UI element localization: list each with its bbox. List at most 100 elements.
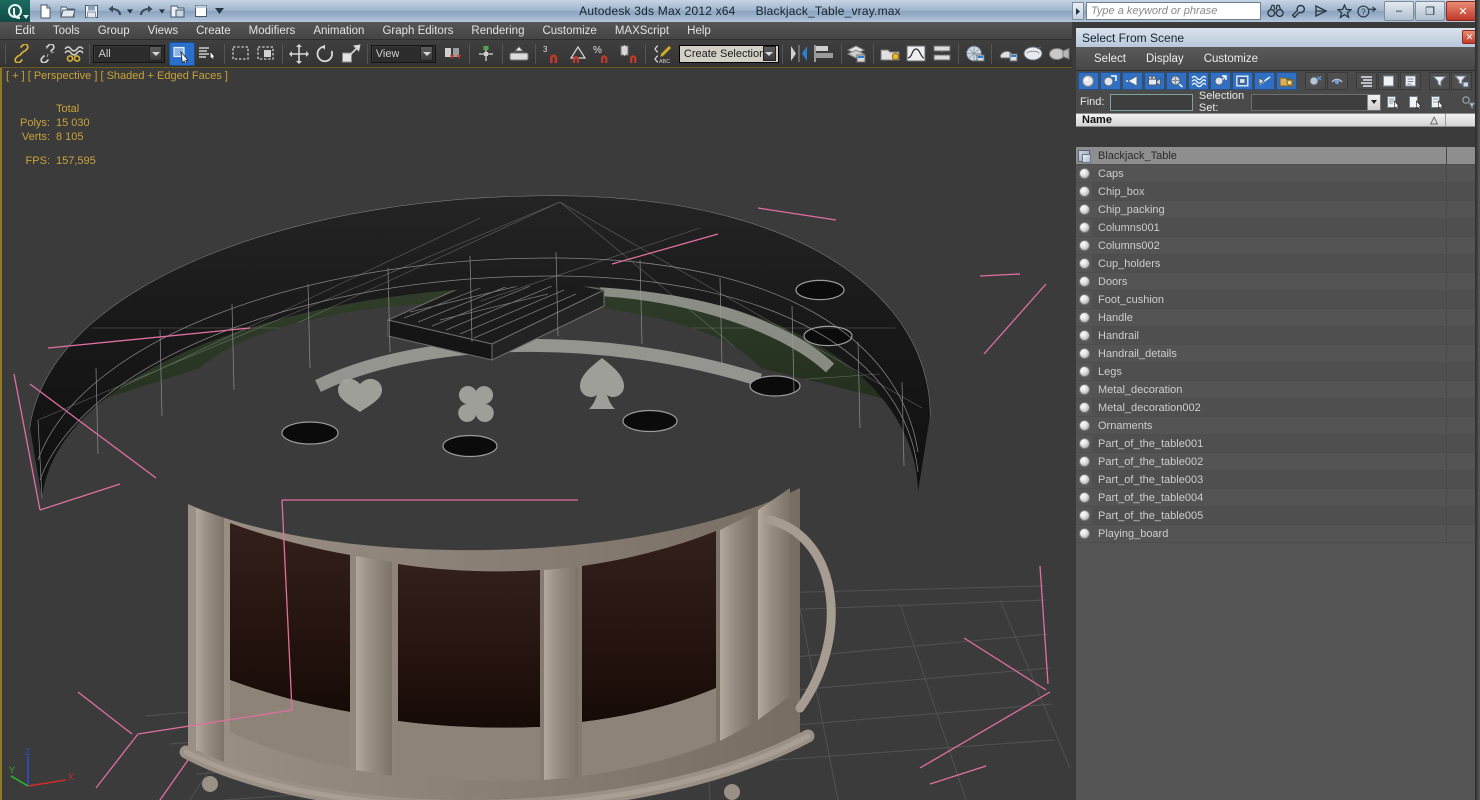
mirror-icon[interactable] [786,42,812,66]
menu-item-modifiers[interactable]: Modifiers [240,22,305,40]
remove-selection-from-set-icon[interactable] [1429,93,1446,111]
geometry-icon[interactable] [1076,237,1092,255]
window-scrollbar[interactable] [1475,0,1480,800]
menu-item-help[interactable]: Help [678,22,720,40]
reference-coordinate-system-combo[interactable]: View [370,44,437,63]
scene-list-row[interactable]: Part_of_the_table004 [1076,489,1480,507]
geometry-icon[interactable] [1076,489,1092,507]
scene-list-row[interactable]: Handrail_details [1076,345,1480,363]
select-object-icon[interactable] [168,41,195,66]
perspective-viewport[interactable]: [ + ] [ Perspective ] [ Shaded + Edged F… [0,68,1072,800]
scene-list-row[interactable]: Ornaments [1076,417,1480,435]
scene-list-row[interactable]: Foot_cushion [1076,291,1480,309]
render-setup-icon[interactable] [995,42,1021,66]
search-input[interactable]: Type a keyword or phrase [1086,2,1261,20]
favorites-star-icon[interactable] [1334,2,1354,20]
chevron-down-icon[interactable] [420,46,434,61]
menu-item-edit[interactable]: Edit [6,22,44,40]
search-binoculars-icon[interactable] [1265,2,1285,20]
scene-list-row[interactable]: Metal_decoration [1076,381,1480,399]
bind-to-space-warp-icon[interactable] [61,42,87,66]
wrench-icon[interactable] [1288,2,1308,20]
application-menu-button[interactable] [0,0,30,22]
scene-list-row[interactable]: Columns002 [1076,237,1480,255]
geometry-icon[interactable] [1076,507,1092,525]
geometry-icon[interactable] [1076,291,1092,309]
menu-item-customize[interactable]: Customize [533,22,605,40]
chevron-down-icon[interactable] [149,46,163,61]
select-and-scale-icon[interactable] [338,42,364,66]
display-groups-icon[interactable] [1210,72,1231,90]
select-and-rotate-icon[interactable] [312,42,338,66]
set-project-folder-icon[interactable] [167,1,189,21]
rectangular-selection-region-icon[interactable] [228,42,254,66]
selection-filter-combo[interactable]: All [93,44,166,63]
geometry-icon[interactable] [1076,327,1092,345]
geometry-icon[interactable] [1076,219,1092,237]
snaps-toggle-icon[interactable]: 3 [539,42,565,66]
dialog-menu-display[interactable]: Display [1136,53,1194,65]
scene-list-row[interactable]: Part_of_the_table003 [1076,471,1480,489]
satellite-icon[interactable] [1311,2,1331,20]
named-selection-set-combo[interactable]: Create Selection Se [678,44,779,63]
render-production-icon[interactable] [1046,42,1072,66]
window-crossing-icon[interactable] [253,42,279,66]
scene-list-row[interactable]: Cup_holders [1076,255,1480,273]
geometry-icon[interactable] [1076,201,1092,219]
scene-list-row[interactable]: Handle [1076,309,1480,327]
menu-item-rendering[interactable]: Rendering [462,22,533,40]
advanced-filter-icon[interactable] [1451,72,1472,90]
list-column-header[interactable]: Name △ [1076,113,1480,127]
select-and-link-icon[interactable] [9,42,35,66]
display-space-warps-icon[interactable] [1188,72,1209,90]
align-icon[interactable] [812,42,838,66]
edit-named-selection-sets-icon[interactable]: ABC [649,42,675,66]
add-selection-to-set-icon[interactable] [1407,93,1424,111]
find-input[interactable] [1110,93,1193,111]
open-file-icon[interactable] [57,1,79,21]
geometry-icon[interactable] [1076,165,1092,183]
scene-object-list[interactable]: Blackjack_Table Caps Chip_box Chip_packing C… [1076,147,1480,800]
infocenter-expand-icon[interactable] [1072,2,1084,20]
display-helpers-icon[interactable] [1166,72,1187,90]
scene-list-row[interactable]: Playing_board [1076,525,1480,543]
workspace-icon[interactable] [190,1,212,21]
menu-item-create[interactable]: Create [187,22,240,40]
curve-editor-icon[interactable] [903,42,929,66]
scene-list-row[interactable]: Part_of_the_table001 [1076,435,1480,453]
chevron-down-icon[interactable] [1367,94,1381,110]
scene-list-row[interactable]: Chip_packing [1076,201,1480,219]
scene-list-row[interactable]: Part_of_the_table002 [1076,453,1480,471]
geometry-icon[interactable] [1076,453,1092,471]
menu-item-graph-editors[interactable]: Graph Editors [373,22,462,40]
viewport-label[interactable]: [ + ] [ Perspective ] [ Shaded + Edged F… [6,70,228,82]
collapse-all-icon[interactable] [1378,72,1399,90]
display-containers-icon[interactable] [1276,72,1297,90]
geometry-icon[interactable] [1076,435,1092,453]
display-frozen-objects-icon[interactable] [1305,72,1326,90]
scene-list-row[interactable]: Doors [1076,273,1480,291]
angle-snap-toggle-icon[interactable] [565,42,591,66]
help-icon[interactable]: ? [1357,2,1377,20]
undo-icon[interactable] [103,1,125,21]
restore-button[interactable]: ❐ [1415,1,1445,21]
selection-set-combo[interactable] [1251,93,1382,111]
viewport-3d-render[interactable] [0,68,1072,800]
save-file-icon[interactable] [80,1,102,21]
geometry-icon[interactable] [1076,183,1092,201]
toggle-scene-explorer-icon[interactable] [877,42,903,66]
display-hidden-objects-icon[interactable] [1327,72,1348,90]
use-center-icon[interactable] [473,42,499,66]
unlink-selection-icon[interactable] [35,42,61,66]
redo-dropdown-icon[interactable] [158,1,166,21]
dialog-menu-select[interactable]: Select [1084,53,1136,65]
select-objects-by-set-icon[interactable] [1385,93,1402,111]
display-geometry-icon[interactable] [1078,72,1099,90]
percent-snap-toggle-icon[interactable]: % [590,42,616,66]
display-bones-icon[interactable] [1254,72,1275,90]
expand-selected-icon[interactable] [1400,72,1421,90]
menu-item-tools[interactable]: Tools [44,22,89,40]
display-xrefs-icon[interactable] [1232,72,1253,90]
menu-item-group[interactable]: Group [89,22,139,40]
qat-dropdown-icon[interactable] [213,1,225,21]
